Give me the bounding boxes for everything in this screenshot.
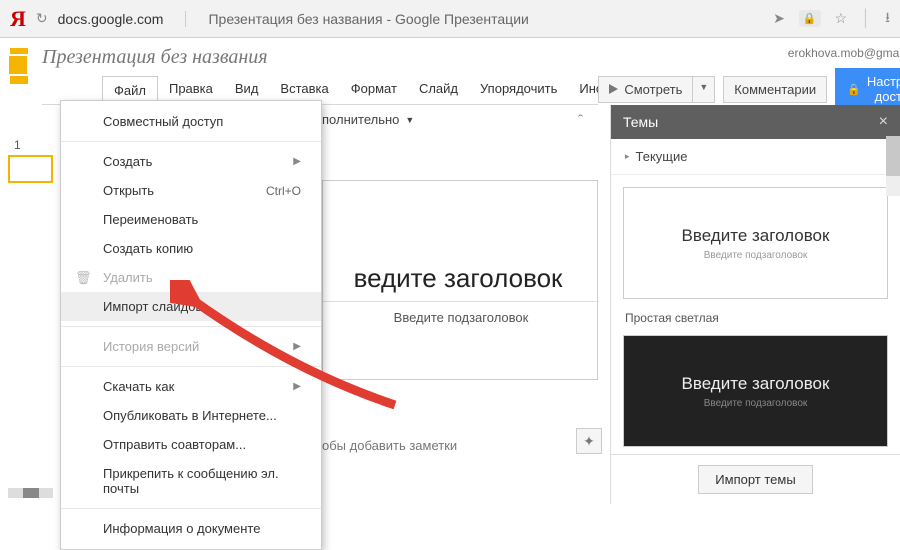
slide-editor: ведите заголовок Введите подзаголовок об… (322, 138, 598, 438)
close-icon[interactable]: × (879, 113, 888, 131)
explore-button[interactable]: ✦ (576, 428, 602, 454)
menu-item-version-history: История версий▶ (61, 332, 321, 361)
menu-item-rename[interactable]: Переименовать (61, 205, 321, 234)
theme-preview-subtitle: Введите подзаголовок (704, 398, 808, 409)
menu-separator (61, 141, 321, 142)
menu-item-open[interactable]: ОткрытьCtrl+O (61, 176, 321, 205)
theme-card-light[interactable]: Введите заголовок Введите подзаголовок (623, 187, 888, 299)
themes-panel-footer: Импорт темы (611, 454, 900, 504)
bookmark-star-icon[interactable]: ☆ (835, 10, 848, 27)
browser-logo: Я (10, 6, 26, 32)
theme-preview-subtitle: Введите подзаголовок (704, 250, 808, 261)
keyboard-shortcut: Ctrl+O (266, 184, 301, 198)
menu-tools-truncated[interactable]: Инст (568, 75, 598, 104)
menu-item-publish[interactable]: Опубликовать в Интернете... (61, 401, 321, 430)
theme-name-label: Простая светлая (623, 305, 888, 335)
url-separator (185, 11, 186, 27)
chevron-right-icon: ▶ (293, 341, 301, 352)
theme-preview-title: Введите заголовок (682, 374, 830, 394)
themes-section-current[interactable]: ▸Текущие (611, 139, 900, 175)
themes-panel-header: Темы × (611, 105, 900, 139)
menu-item-share[interactable]: Совместный доступ (61, 107, 321, 136)
slide-title-placeholder[interactable]: ведите заголовок (317, 263, 599, 294)
browser-address-bar: Я ↻ docs.google.com Презентация без назв… (0, 0, 900, 38)
menu-item-new[interactable]: Создать▶ (61, 147, 321, 176)
menu-item-download-as[interactable]: Скачать как▶ (61, 372, 321, 401)
share-button[interactable]: 🔒Настройки доступа (835, 68, 900, 110)
menu-item-import-slides[interactable]: Импорт слайдов... (61, 292, 321, 321)
menu-arrange[interactable]: Упорядочить (469, 75, 568, 104)
import-theme-button[interactable]: Импорт темы (698, 465, 812, 494)
trash-icon: 🗑 (75, 270, 92, 286)
slide-subtitle-placeholder[interactable]: Введите подзаголовок (323, 301, 599, 325)
account-email[interactable]: erokhova.mob@gmail.com▼ (788, 46, 900, 60)
present-dropdown-button[interactable]: ▼ (693, 76, 715, 103)
url-domain[interactable]: docs.google.com (58, 11, 164, 27)
menu-item-delete: 🗑Удалить (61, 263, 321, 292)
menu-item-email-attachment[interactable]: Прикрепить к сообщению эл. почты (61, 459, 321, 503)
document-title[interactable]: Презентация без названия (42, 46, 598, 69)
chevron-right-icon: ▸ (625, 151, 630, 162)
themes-panel: Темы × ▸Текущие Введите заголовок Введит… (610, 105, 900, 504)
lock-icon: 🔒 (847, 83, 861, 96)
chevron-right-icon: ▶ (293, 381, 301, 392)
slide-thumbnail-panel: 1 (8, 138, 53, 183)
file-menu-dropdown: Совместный доступ Создать▶ ОткрытьCtrl+O… (60, 100, 322, 550)
slide-canvas[interactable]: ведите заголовок Введите подзаголовок (322, 180, 598, 380)
rocket-icon[interactable]: ➤ (773, 10, 785, 27)
chevron-right-icon: ▶ (293, 156, 301, 167)
themes-scrollbar[interactable] (886, 136, 900, 196)
thumbnail-scrollbar[interactable] (8, 488, 53, 498)
menu-item-document-info[interactable]: Информация о документе (61, 514, 321, 543)
play-icon (609, 84, 618, 94)
themes-panel-title: Темы (623, 114, 658, 130)
comments-button[interactable]: Комментарии (723, 76, 827, 103)
present-button[interactable]: Смотреть (598, 76, 693, 103)
download-icon[interactable]: ⭳ (885, 7, 890, 31)
lock-icon[interactable]: 🔒 (799, 10, 821, 27)
toolbar-close-icon[interactable]: ˆ (578, 112, 583, 129)
refresh-icon[interactable]: ↻ (36, 10, 48, 27)
menu-item-email-collaborators[interactable]: Отправить соавторам... (61, 430, 321, 459)
menu-slide[interactable]: Слайд (408, 75, 469, 104)
theme-preview-title: Введите заголовок (682, 226, 830, 246)
menu-separator (61, 508, 321, 509)
menu-format[interactable]: Формат (340, 75, 408, 104)
speaker-notes-placeholder[interactable]: обы добавить заметки (322, 438, 457, 453)
slides-app-icon[interactable] (10, 48, 28, 84)
toolbar-fragment[interactable]: полнительно ▼ (322, 112, 414, 127)
menu-item-make-copy[interactable]: Создать копию (61, 234, 321, 263)
toolbar-divider: │ (861, 10, 871, 28)
slide-thumbnail[interactable] (8, 155, 53, 183)
menu-separator (61, 326, 321, 327)
plus-diamond-icon: ✦ (583, 433, 595, 450)
theme-card-dark[interactable]: Введите заголовок Введите подзаголовок (623, 335, 888, 447)
page-title: Презентация без названия - Google Презен… (208, 11, 763, 27)
chevron-down-icon: ▼ (405, 115, 414, 125)
slide-number: 1 (8, 138, 53, 152)
menu-separator (61, 366, 321, 367)
